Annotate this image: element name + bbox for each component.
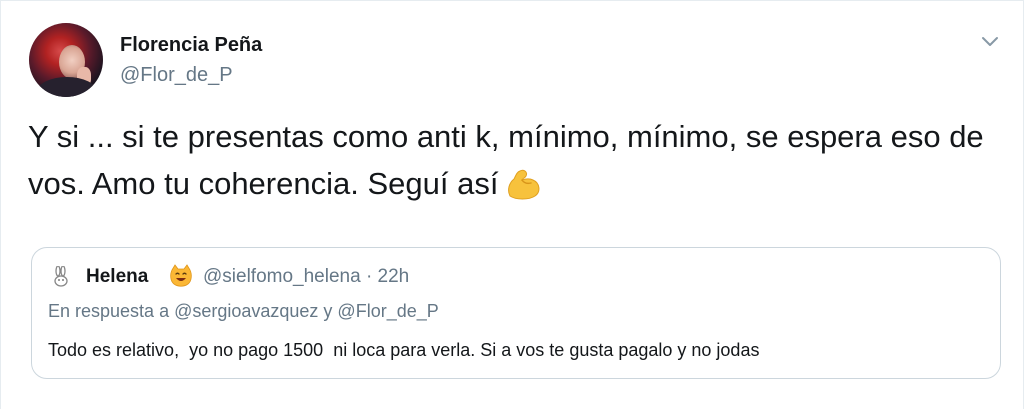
author-handle[interactable]: @Flor_de_P	[120, 64, 233, 87]
author-display-name[interactable]: Florencia Peña	[120, 34, 262, 57]
tweet-card[interactable]: Florencia Peña @Flor_de_P Y si ... si te…	[0, 0, 1024, 409]
tweet-text: Y si ... si te presentas como anti k, mí…	[28, 113, 988, 213]
quoted-tweet-text: Todo es relativo, yo no pago 1500 ni loc…	[48, 340, 760, 360]
quoted-tweet[interactable]: Helena @sielfomo_helena · 22h En respues…	[31, 247, 1001, 379]
tweet-menu-button[interactable]	[977, 29, 1003, 55]
quoted-handle-time[interactable]: @sielfomo_helena · 22h	[203, 266, 409, 288]
quoted-author-name[interactable]: Helena	[86, 266, 148, 288]
avatar[interactable]	[29, 23, 103, 97]
reply-context[interactable]: En respuesta a @sergioavazquez y @Flor_d…	[48, 301, 439, 322]
smiling-cat-emoji	[169, 264, 193, 288]
flexed-biceps-emoji	[504, 166, 544, 213]
bunny-icon	[50, 265, 72, 288]
chevron-down-icon	[982, 37, 998, 46]
